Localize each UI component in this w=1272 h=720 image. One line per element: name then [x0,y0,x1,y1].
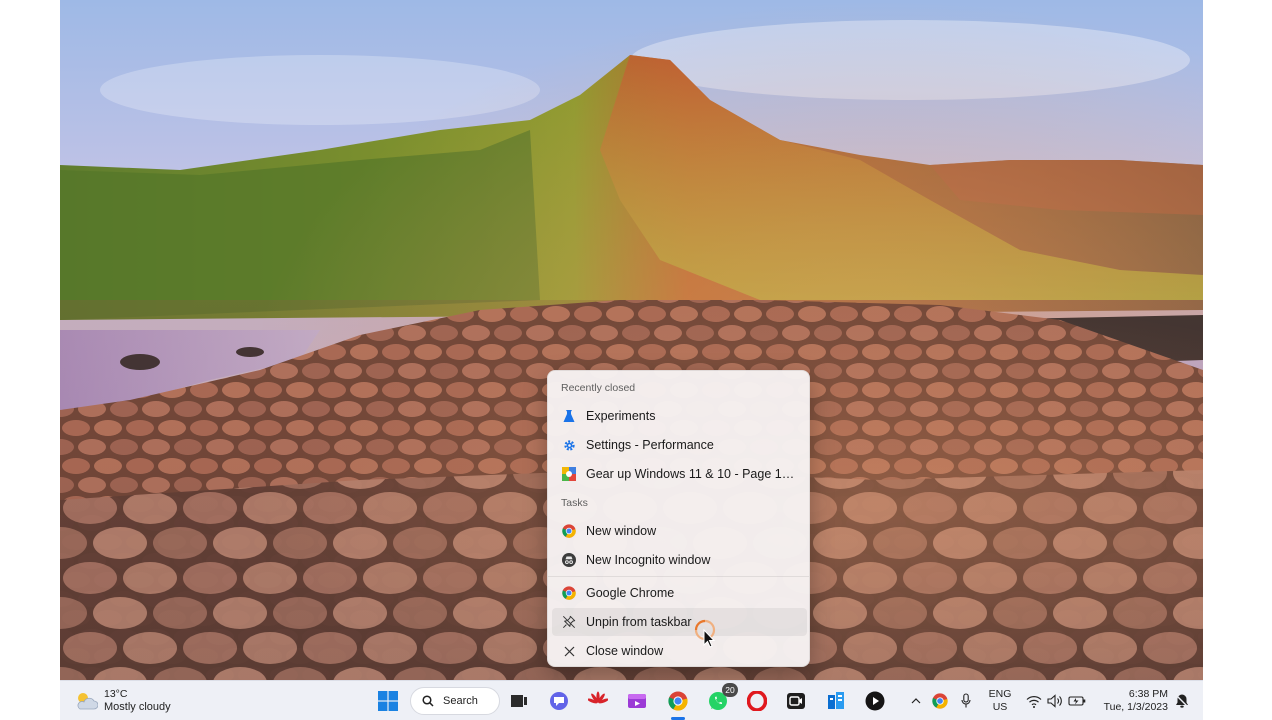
action-google-chrome[interactable]: Google Chrome [552,579,807,607]
tray-app-button[interactable] [930,689,950,713]
huawei-app-button[interactable] [586,689,610,713]
play-icon [865,691,885,711]
clipchamp-icon [628,694,646,708]
recent-item-experiments[interactable]: Experiments [552,402,807,430]
task-view-icon [511,695,527,707]
input-language-indicator[interactable]: ENG US [986,688,1014,714]
task-label: New window [586,524,657,538]
incognito-icon [561,552,577,568]
recent-item-label: Gear up Windows 11 & 10 - Page 14... [586,467,796,481]
microphone-icon [961,693,971,708]
action-label: Unpin from taskbar [586,615,692,629]
clock[interactable]: 6:38 PM Tue, 1/3/2023 [1094,688,1168,714]
opera-icon [747,691,767,711]
recent-item-label: Experiments [586,409,656,423]
tasks-header: Tasks [561,497,588,509]
wifi-icon [1026,695,1042,708]
screenshot-frame: Recently closed Experiments Settings - P… [0,0,1272,720]
show-hidden-icons-button[interactable] [908,689,924,713]
media-player-app-button[interactable] [863,689,887,713]
action-close-window[interactable]: Close window [552,637,807,665]
weather-temperature: 13°C [104,688,128,700]
azure-icon [828,692,844,709]
chrome-icon [561,523,577,539]
region-code: US [992,701,1008,713]
clock-date: Tue, 1/3/2023 [1103,701,1168,713]
settings-gear-icon [561,437,577,453]
weather-text: 13°C Mostly cloudy [104,688,171,714]
camera-app-button[interactable] [784,689,808,713]
flask-icon [561,408,577,424]
task-label: New Incognito window [586,553,711,567]
chrome-icon [668,691,688,711]
menu-separator [548,576,809,577]
chat-icon [550,692,568,710]
recent-item-gear-up-windows[interactable]: Gear up Windows 11 & 10 - Page 14... [552,460,807,488]
task-view-button[interactable] [507,689,531,713]
unpin-icon [561,614,577,630]
huawei-icon [588,691,608,704]
clock-time: 6:38 PM [1128,688,1168,700]
recent-item-settings-performance[interactable]: Settings - Performance [552,431,807,459]
notification-bell-icon [1175,694,1189,708]
action-label: Close window [586,644,664,658]
mouse-cursor [694,619,720,649]
camera-icon [787,693,805,709]
chat-button[interactable] [547,689,571,713]
weather-condition: Mostly cloudy [104,701,171,713]
chrome-app-button[interactable] [666,689,690,720]
weather-widget[interactable]: 13°C Mostly cloudy [74,685,171,717]
start-button[interactable] [376,689,400,713]
network-button[interactable] [1024,689,1044,713]
windows-logo-icon [378,691,398,711]
taskbar-search[interactable]: Search [410,687,500,715]
chevron-up-icon [911,698,921,704]
search-icon [422,693,438,709]
notification-badge: 20 [722,683,738,697]
language-code: ENG [988,688,1012,700]
microphone-button[interactable] [956,689,976,713]
azure-app-button[interactable] [824,689,848,713]
battery-charging-icon [1068,696,1086,706]
clipchamp-app-button[interactable] [625,689,649,713]
action-label: Google Chrome [586,586,675,600]
partly-cloudy-icon [74,689,98,713]
recently-closed-header: Recently closed [561,382,636,394]
chrome-icon [561,585,577,601]
recent-item-label: Settings - Performance [586,438,714,452]
task-new-window[interactable]: New window [552,517,807,545]
close-icon [561,643,577,659]
whatsapp-app-button[interactable]: 20 [706,683,738,713]
opera-app-button[interactable] [745,689,769,713]
volume-button[interactable] [1045,689,1065,713]
chrome-jump-list-menu: Recently closed Experiments Settings - P… [547,370,810,667]
windows-desktop: Recently closed Experiments Settings - P… [60,0,1203,720]
action-unpin-from-taskbar[interactable]: Unpin from taskbar [552,608,807,636]
search-label: Search [443,695,478,707]
tray-chrome-icon [932,693,948,709]
battery-button[interactable] [1066,689,1088,713]
speaker-icon [1047,694,1062,708]
forum-favicon-icon [561,466,577,482]
notifications-button[interactable] [1172,689,1192,713]
taskbar: 13°C Mostly cloudy Search 20 ENG US 6:38… [60,680,1203,720]
task-new-incognito-window[interactable]: New Incognito window [552,546,807,574]
